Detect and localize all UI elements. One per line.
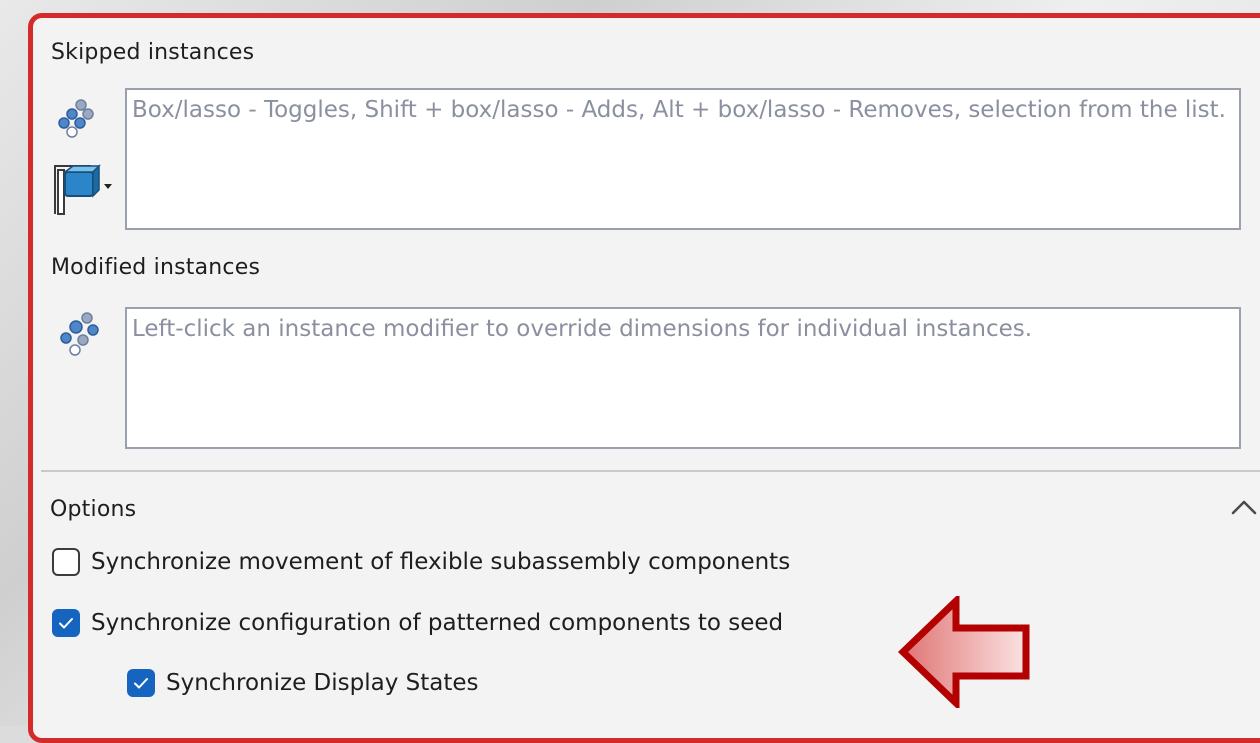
sync-display-states-label[interactable]: Synchronize Display States	[166, 670, 479, 696]
selection-filter-dropdown-icon[interactable]	[49, 158, 119, 220]
sync-configuration-checkbox[interactable]	[52, 609, 80, 637]
chevron-up-icon[interactable]	[1229, 493, 1259, 523]
modified-instances-list[interactable]: Left-click an instance modifier to overr…	[125, 307, 1241, 449]
checkmark-icon	[134, 678, 148, 689]
sync-configuration-label[interactable]: Synchronize configuration of patterned c…	[91, 610, 783, 636]
skipped-instances-list[interactable]: Box/lasso - Toggles, Shift + box/lasso -…	[125, 88, 1241, 230]
property-manager-panel: Skipped instances Box/lasso - Toggles, S…	[28, 13, 1260, 743]
options-title: Options	[50, 497, 137, 522]
checkmark-icon	[59, 618, 73, 629]
section-divider	[41, 470, 1260, 472]
pattern-instances-icon	[58, 99, 94, 138]
instance-modifier-icon	[60, 312, 99, 356]
modified-instances-title: Modified instances	[51, 255, 261, 280]
skipped-instances-title: Skipped instances	[51, 40, 255, 65]
callout-arrow-icon	[898, 596, 1030, 708]
sync-display-states-checkbox[interactable]	[127, 669, 155, 697]
sync-flexible-subassembly-checkbox[interactable]	[52, 548, 80, 576]
sync-flexible-subassembly-label[interactable]: Synchronize movement of flexible subasse…	[91, 549, 790, 575]
